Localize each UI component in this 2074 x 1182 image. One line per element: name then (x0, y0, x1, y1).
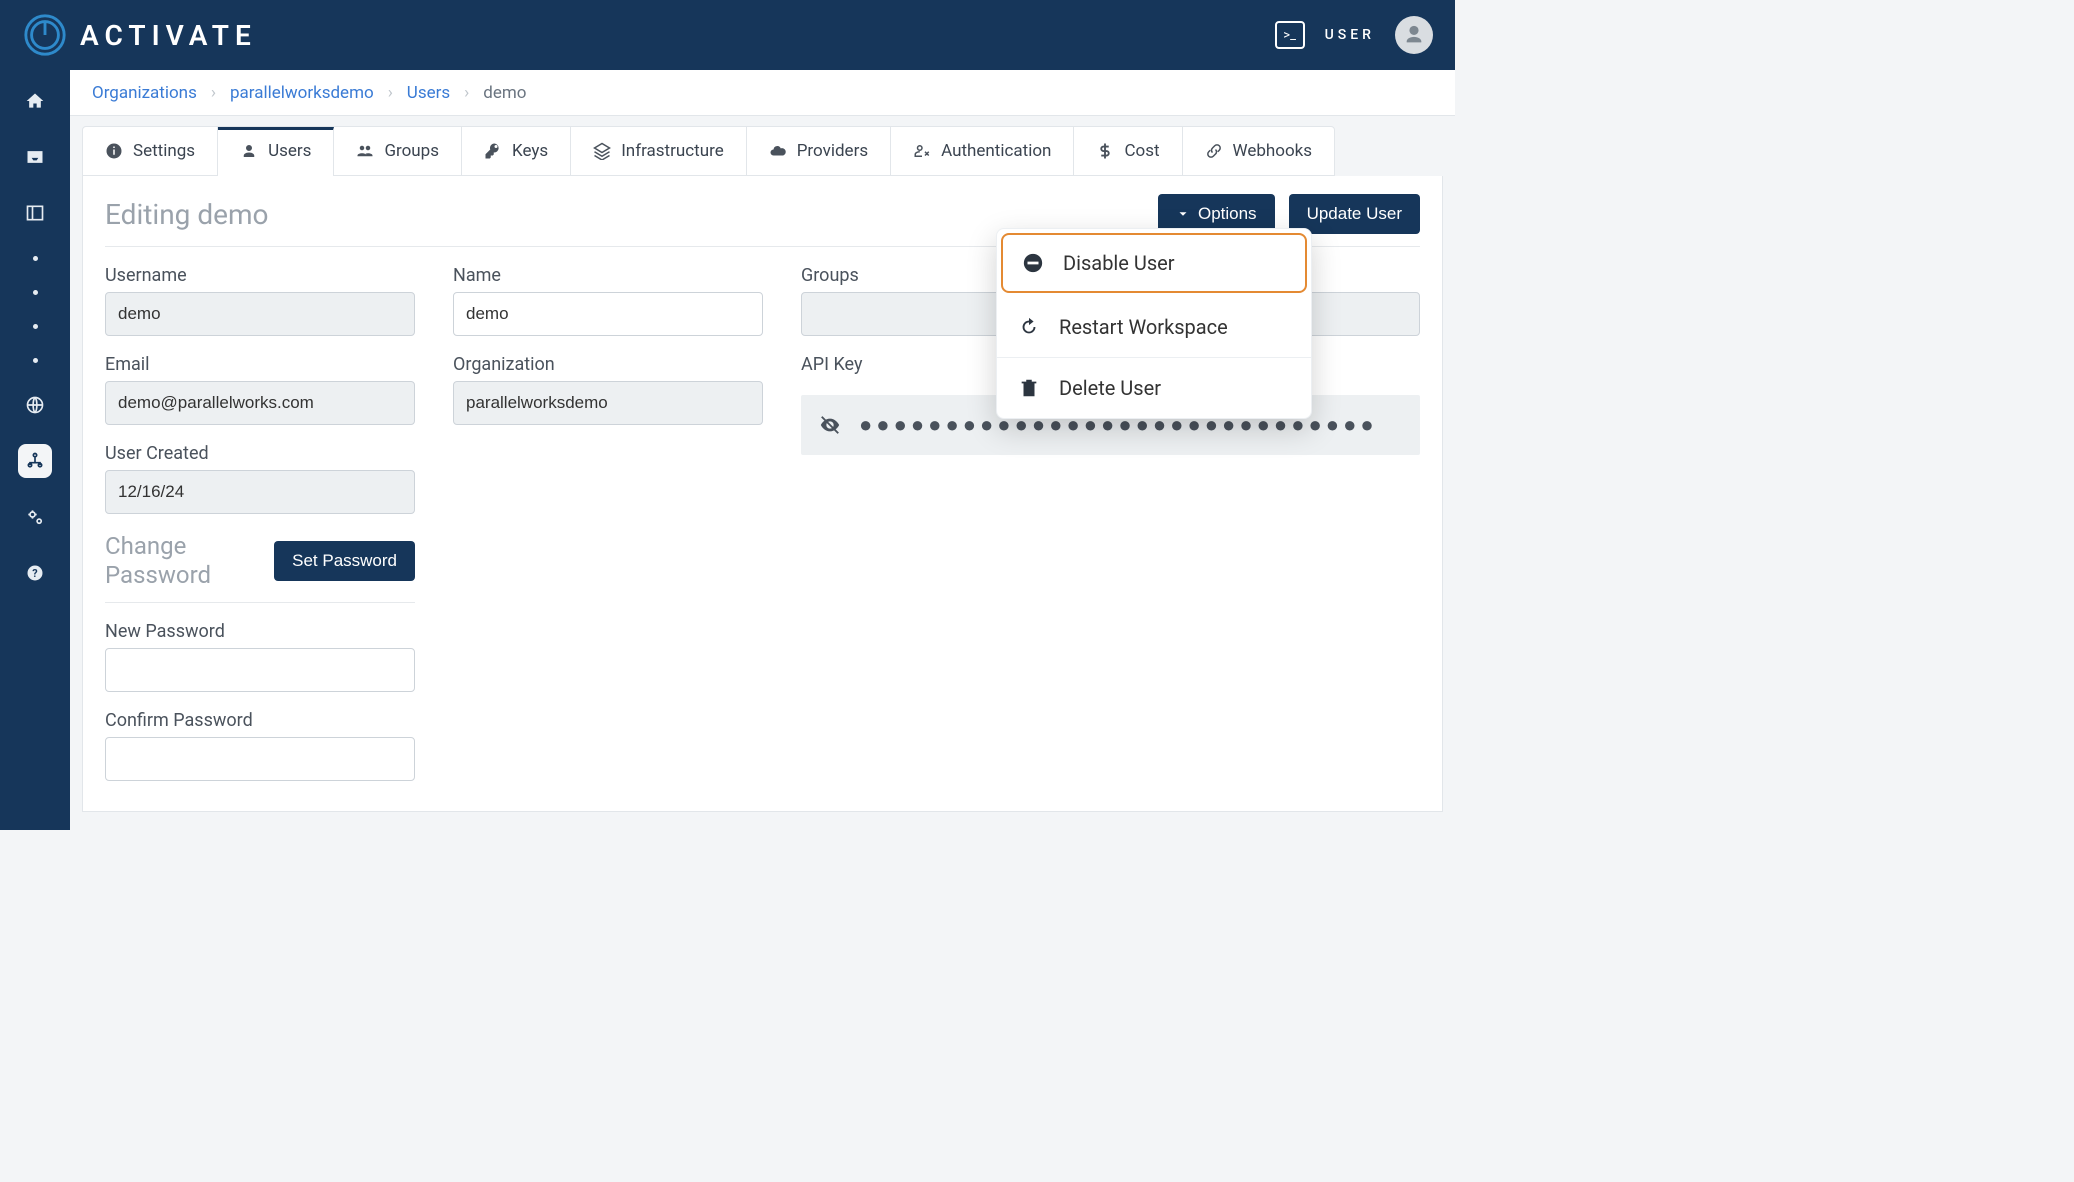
input-confirm-password[interactable] (105, 737, 415, 781)
tab-settings[interactable]: Settings (83, 127, 218, 175)
tab-groups[interactable]: Groups (334, 127, 462, 175)
crumb-sep: › (388, 83, 393, 103)
label-email: Email (105, 354, 415, 375)
user-icon (240, 142, 258, 160)
sidebar-dot-3[interactable] (18, 320, 52, 332)
dd-label: Restart Workspace (1059, 315, 1228, 339)
tab-authentication[interactable]: Authentication (891, 127, 1074, 175)
svg-text:?: ? (32, 567, 37, 580)
crumb-org-name[interactable]: parallelworksdemo (230, 83, 374, 103)
brand-logo-icon (22, 12, 68, 58)
tab-cost[interactable]: Cost (1074, 127, 1182, 175)
sidebar-settings[interactable] (18, 500, 52, 534)
edit-user-panel: Editing demo Options Update User (82, 176, 1443, 812)
tab-label: Authentication (941, 141, 1051, 161)
label-user-created: User Created (105, 443, 415, 464)
terminal-icon: >_ (1283, 28, 1296, 43)
top-header: ACTIVATE >_ USER (0, 0, 1455, 70)
crumb-sep: › (464, 83, 469, 103)
tab-webhooks[interactable]: Webhooks (1183, 127, 1335, 175)
tab-users[interactable]: Users (218, 127, 334, 175)
toggle-visibility-button[interactable] (819, 414, 841, 436)
dd-label: Delete User (1059, 376, 1161, 400)
sidebar-dot-1[interactable] (18, 252, 52, 264)
user-label: USER (1325, 27, 1375, 43)
options-label: Options (1198, 204, 1257, 224)
tab-label: Users (268, 141, 311, 161)
tab-label: Infrastructure (621, 141, 724, 161)
group-icon (356, 142, 374, 160)
crumb-users[interactable]: Users (407, 83, 450, 103)
layers-icon (593, 142, 611, 160)
disable-icon (1021, 252, 1045, 274)
crumb-sep: › (211, 83, 216, 103)
tab-label: Groups (384, 141, 439, 161)
tab-label: Keys (512, 141, 548, 161)
org-icon (25, 451, 45, 471)
panel-title: Editing demo (105, 198, 269, 231)
trash-icon (1017, 377, 1041, 399)
settings-tabs: Settings Users Groups Keys (82, 126, 1335, 176)
globe-icon (25, 395, 45, 415)
update-label: Update User (1307, 204, 1402, 224)
chevron-down-icon (1176, 207, 1190, 221)
label-confirm-password: Confirm Password (105, 710, 415, 731)
inbox-icon (25, 147, 45, 167)
options-restart-workspace[interactable]: Restart Workspace (997, 297, 1311, 358)
options-dropdown: Disable User Restart Workspace (996, 228, 1312, 419)
sidebar-inbox[interactable] (18, 140, 52, 174)
crumb-organizations[interactable]: Organizations (92, 83, 197, 103)
tab-label: Cost (1124, 141, 1159, 161)
tab-providers[interactable]: Providers (747, 127, 891, 175)
change-password-heading: Change Password (105, 532, 211, 590)
label-username: Username (105, 265, 415, 286)
sidebar-home[interactable] (18, 84, 52, 118)
avatar-icon (1403, 24, 1425, 46)
brand-name: ACTIVATE (80, 19, 257, 52)
sidebar-org[interactable] (18, 444, 52, 478)
label-new-password: New Password (105, 621, 415, 642)
sidebar-globe[interactable] (18, 388, 52, 422)
input-organization (453, 381, 763, 425)
user-avatar[interactable] (1395, 16, 1433, 54)
set-password-button[interactable]: Set Password (274, 541, 415, 581)
options-delete-user[interactable]: Delete User (997, 358, 1311, 418)
terminal-button[interactable]: >_ (1275, 21, 1305, 49)
tab-label: Settings (133, 141, 195, 161)
options-disable-user[interactable]: Disable User (1001, 233, 1307, 293)
link-icon (1205, 142, 1223, 160)
dd-label: Disable User (1063, 251, 1175, 275)
input-email (105, 381, 415, 425)
panel-icon (25, 203, 45, 223)
gears-icon (25, 507, 45, 527)
input-user-created (105, 470, 415, 514)
set-password-label: Set Password (292, 551, 397, 571)
tab-infrastructure[interactable]: Infrastructure (571, 127, 747, 175)
label-name: Name (453, 265, 763, 286)
dollar-icon (1096, 142, 1114, 160)
brand-logo[interactable]: ACTIVATE (22, 12, 257, 58)
tab-label: Webhooks (1233, 141, 1313, 161)
tab-keys[interactable]: Keys (462, 127, 571, 175)
sidebar-dot-2[interactable] (18, 286, 52, 298)
key-icon (484, 142, 502, 160)
cloud-icon (769, 142, 787, 160)
auth-icon (913, 142, 931, 160)
sidebar-panel[interactable] (18, 196, 52, 230)
sidebar-help[interactable]: ? (18, 556, 52, 590)
restart-icon (1017, 316, 1041, 338)
crumb-current: demo (483, 83, 526, 103)
input-name[interactable] (453, 292, 763, 336)
tab-label: Providers (797, 141, 868, 161)
input-username (105, 292, 415, 336)
sidebar: ? (0, 70, 70, 830)
input-new-password[interactable] (105, 648, 415, 692)
main-area: Organizations › parallelworksdemo › User… (70, 70, 1455, 830)
home-icon (25, 91, 45, 111)
label-organization: Organization (453, 354, 763, 375)
breadcrumb: Organizations › parallelworksdemo › User… (70, 70, 1455, 116)
info-icon (105, 142, 123, 160)
help-icon: ? (25, 563, 45, 583)
sidebar-dot-4[interactable] (18, 354, 52, 366)
